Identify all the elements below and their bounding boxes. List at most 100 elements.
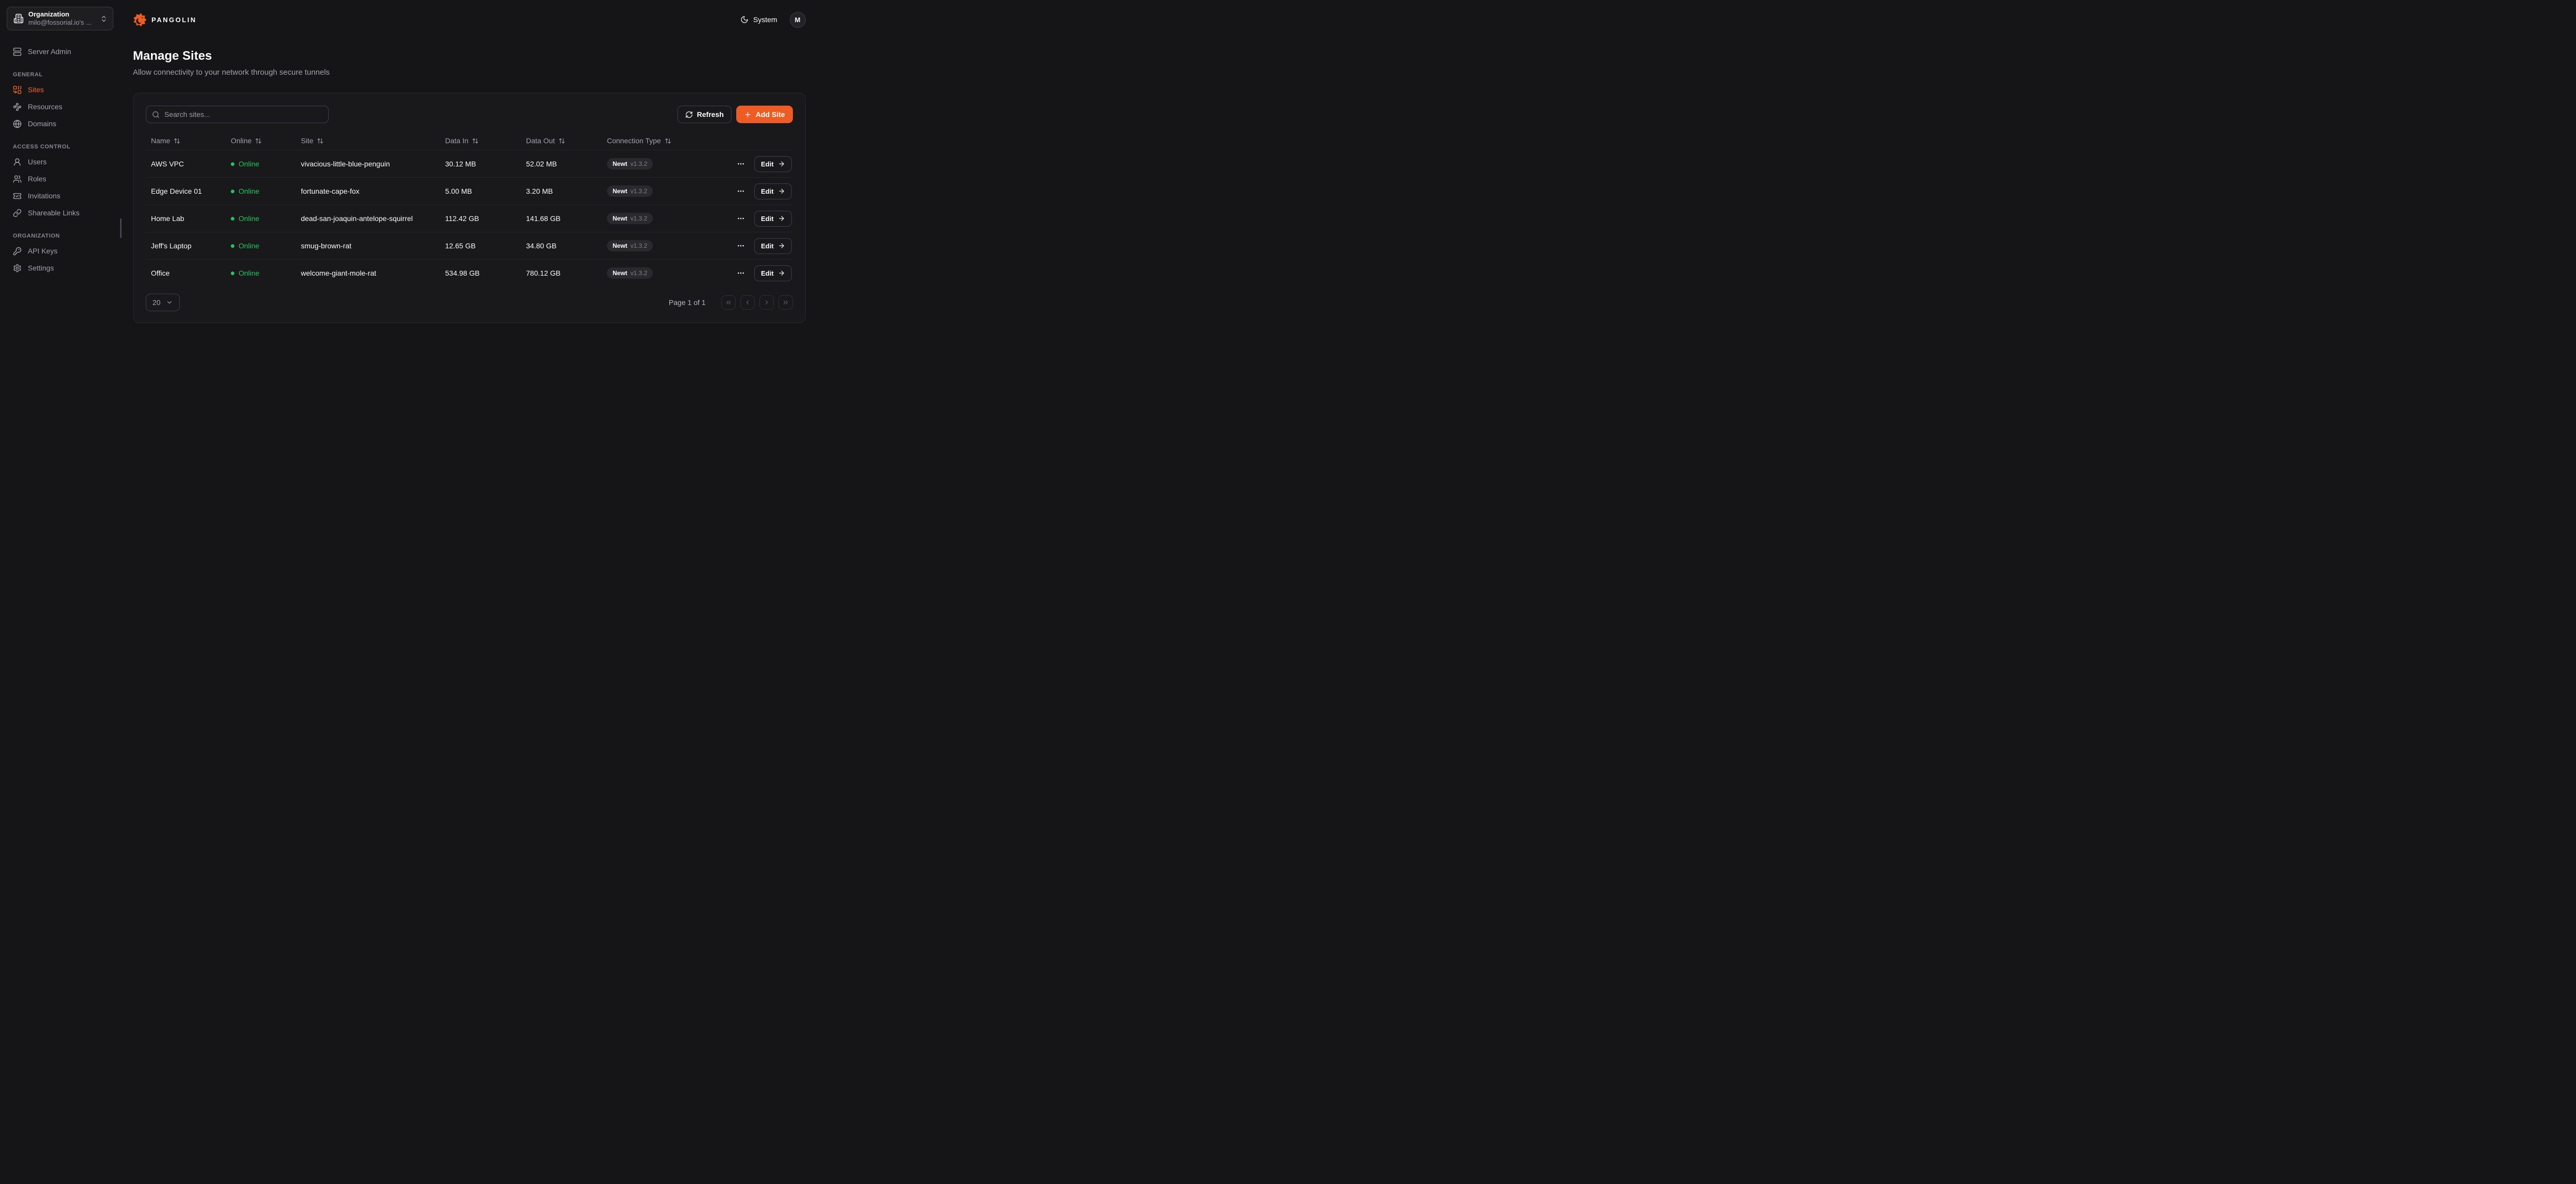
chevron-left-icon — [744, 299, 751, 306]
plus-icon — [744, 111, 752, 119]
theme-toggle-label: System — [753, 15, 777, 24]
site-name-cell: Jeff's Laptop — [151, 242, 231, 250]
main-content: PANGOLIN System M Manage Sites Allow con… — [122, 0, 819, 366]
column-header-data-out[interactable]: Data Out — [526, 137, 607, 145]
online-status-label: Online — [239, 214, 259, 223]
sidebar-item-domains[interactable]: Domains — [7, 115, 115, 132]
column-header-connection-type[interactable]: Connection Type — [607, 137, 735, 145]
arrow-right-icon — [778, 188, 785, 195]
edit-button[interactable]: Edit — [754, 265, 792, 281]
edit-button[interactable]: Edit — [754, 156, 792, 172]
globe-icon — [13, 120, 22, 128]
previous-page-button[interactable] — [740, 295, 755, 310]
site-name-cell: AWS VPC — [151, 160, 231, 168]
pangolin-logo-icon — [133, 13, 147, 27]
add-site-button[interactable]: Add Site — [736, 106, 793, 123]
sidebar-item-users[interactable]: Users — [7, 154, 115, 171]
org-switcher-value: milo@fossorial.io's ... — [28, 19, 95, 27]
link-icon — [13, 209, 22, 217]
connection-type-badge: Newtv1.3.2 — [607, 213, 653, 224]
edit-button[interactable]: Edit — [754, 211, 792, 227]
site-slug-cell: smug-brown-rat — [301, 242, 445, 250]
ellipsis-icon — [737, 269, 745, 277]
sidebar-item-roles[interactable]: Roles — [7, 171, 115, 188]
sidebar-scrollbar[interactable] — [120, 218, 122, 238]
sidebar-section-title: GENERAL — [13, 72, 115, 78]
column-header-site[interactable]: Site — [301, 137, 445, 145]
combine-icon — [13, 86, 22, 94]
refresh-button[interactable]: Refresh — [677, 106, 732, 123]
pager — [721, 295, 793, 310]
row-menu-button[interactable] — [735, 212, 747, 225]
search-box — [146, 106, 329, 123]
page-title: Manage Sites — [133, 49, 806, 63]
sidebar-section-title: ACCESS CONTROL — [13, 144, 115, 150]
last-page-button[interactable] — [778, 295, 793, 310]
arrow-right-icon — [778, 269, 785, 277]
org-switcher[interactable]: Organization milo@fossorial.io's ... — [7, 7, 113, 30]
sites-card: Refresh Add Site NameOnlineSiteData InDa… — [133, 93, 806, 323]
table-row: Home LabOnlinedead-san-joaquin-antelope-… — [146, 205, 793, 232]
sidebar-item-settings[interactable]: Settings — [7, 260, 115, 277]
row-menu-button[interactable] — [735, 240, 747, 252]
edit-button[interactable]: Edit — [754, 183, 792, 199]
data-out-cell: 34.80 GB — [526, 242, 607, 250]
sidebar-section-title: ORGANIZATION — [13, 233, 115, 239]
sidebar-item-api-keys[interactable]: API Keys — [7, 243, 115, 260]
row-menu-button[interactable] — [735, 158, 747, 170]
ellipsis-icon — [737, 187, 745, 195]
data-in-cell: 12.65 GB — [445, 242, 526, 250]
first-page-button[interactable] — [721, 295, 736, 310]
sidebar-item-shareable-links[interactable]: Shareable Links — [7, 205, 115, 222]
brand-name: PANGOLIN — [151, 16, 197, 24]
server-icon — [13, 47, 22, 56]
chevron-down-icon — [166, 299, 173, 306]
column-header-online[interactable]: Online — [231, 137, 301, 145]
topbar: PANGOLIN System M — [133, 0, 806, 37]
data-out-cell: 52.02 MB — [526, 160, 607, 168]
column-header-name[interactable]: Name — [151, 137, 231, 145]
site-slug-cell: welcome-giant-mole-rat — [301, 269, 445, 277]
users-icon — [13, 175, 22, 183]
arrow-up-down-icon — [665, 138, 671, 144]
column-header-data-in[interactable]: Data In — [445, 137, 526, 145]
site-name-cell: Office — [151, 269, 231, 277]
row-menu-button[interactable] — [735, 267, 747, 279]
next-page-button[interactable] — [759, 295, 774, 310]
online-status-cell: Online — [231, 187, 301, 195]
online-status-cell: Online — [231, 269, 301, 277]
sidebar-item-invitations[interactable]: Invitations — [7, 188, 115, 205]
avatar[interactable]: M — [790, 12, 806, 28]
online-status-label: Online — [239, 242, 259, 250]
search-input[interactable] — [164, 110, 323, 119]
online-dot — [231, 190, 234, 193]
site-slug-cell: dead-san-joaquin-antelope-squirrel — [301, 214, 445, 223]
page-subtitle: Allow connectivity to your network throu… — [133, 68, 806, 77]
chevrons-right-icon — [782, 299, 789, 306]
rows-per-page-select[interactable]: 20 — [146, 294, 180, 311]
data-in-cell: 534.98 GB — [445, 269, 526, 277]
row-menu-button[interactable] — [735, 185, 747, 197]
sidebar-item-server-admin[interactable]: Server Admin — [7, 43, 115, 60]
sidebar-item-resources[interactable]: Resources — [7, 98, 115, 115]
edit-button[interactable]: Edit — [754, 238, 792, 254]
table-row: OfficeOnlinewelcome-giant-mole-rat534.98… — [146, 259, 793, 286]
connection-type-badge: Newtv1.3.2 — [607, 185, 653, 197]
building-icon — [13, 13, 24, 24]
ellipsis-icon — [737, 160, 745, 168]
refresh-icon — [685, 111, 693, 119]
connection-type-badge: Newtv1.3.2 — [607, 240, 653, 251]
site-slug-cell: vivacious-little-blue-penguin — [301, 160, 445, 168]
table-header-row: NameOnlineSiteData InData OutConnection … — [146, 131, 793, 150]
online-status-cell: Online — [231, 242, 301, 250]
arrow-up-down-icon — [317, 138, 324, 144]
sidebar-item-sites[interactable]: Sites — [7, 81, 115, 98]
arrow-right-icon — [778, 215, 785, 222]
theme-toggle-button[interactable]: System — [740, 15, 777, 24]
ellipsis-icon — [737, 214, 745, 223]
table-row: AWS VPC Online vivacious-little-blue-pengu… — [146, 150, 793, 177]
online-status-label: Online — [239, 160, 259, 168]
data-out-cell: 780.12 GB — [526, 269, 607, 277]
table-row: Edge Device 01Onlinefortunate-cape-fox5.… — [146, 177, 793, 205]
user-icon — [13, 158, 22, 166]
